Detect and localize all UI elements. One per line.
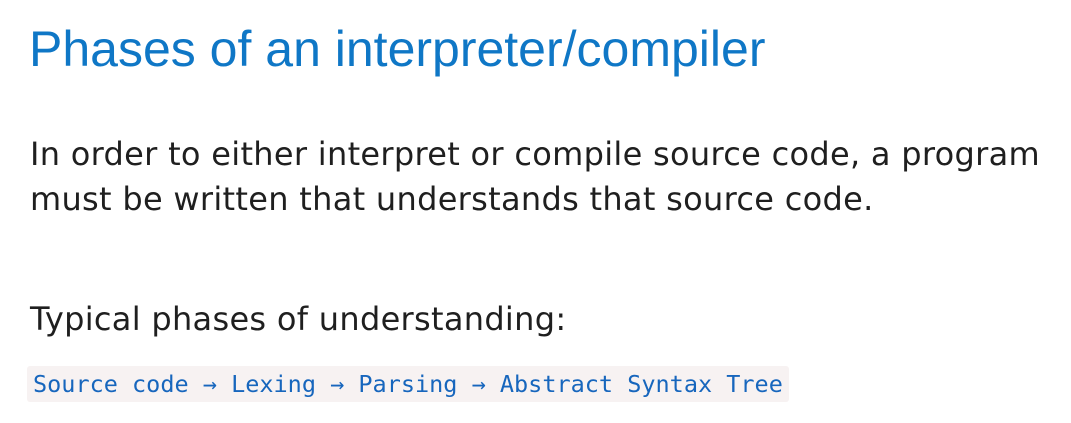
slide: Phases of an interpreter/compiler In ord… [0, 0, 1071, 423]
phases-heading: Typical phases of understanding: [30, 300, 567, 338]
intro-paragraph: In order to either interpret or compile … [30, 135, 1040, 218]
slide-title: Phases of an interpreter/compiler [29, 21, 766, 77]
pipeline-code: Source code → Lexing → Parsing → Abstrac… [27, 366, 789, 402]
